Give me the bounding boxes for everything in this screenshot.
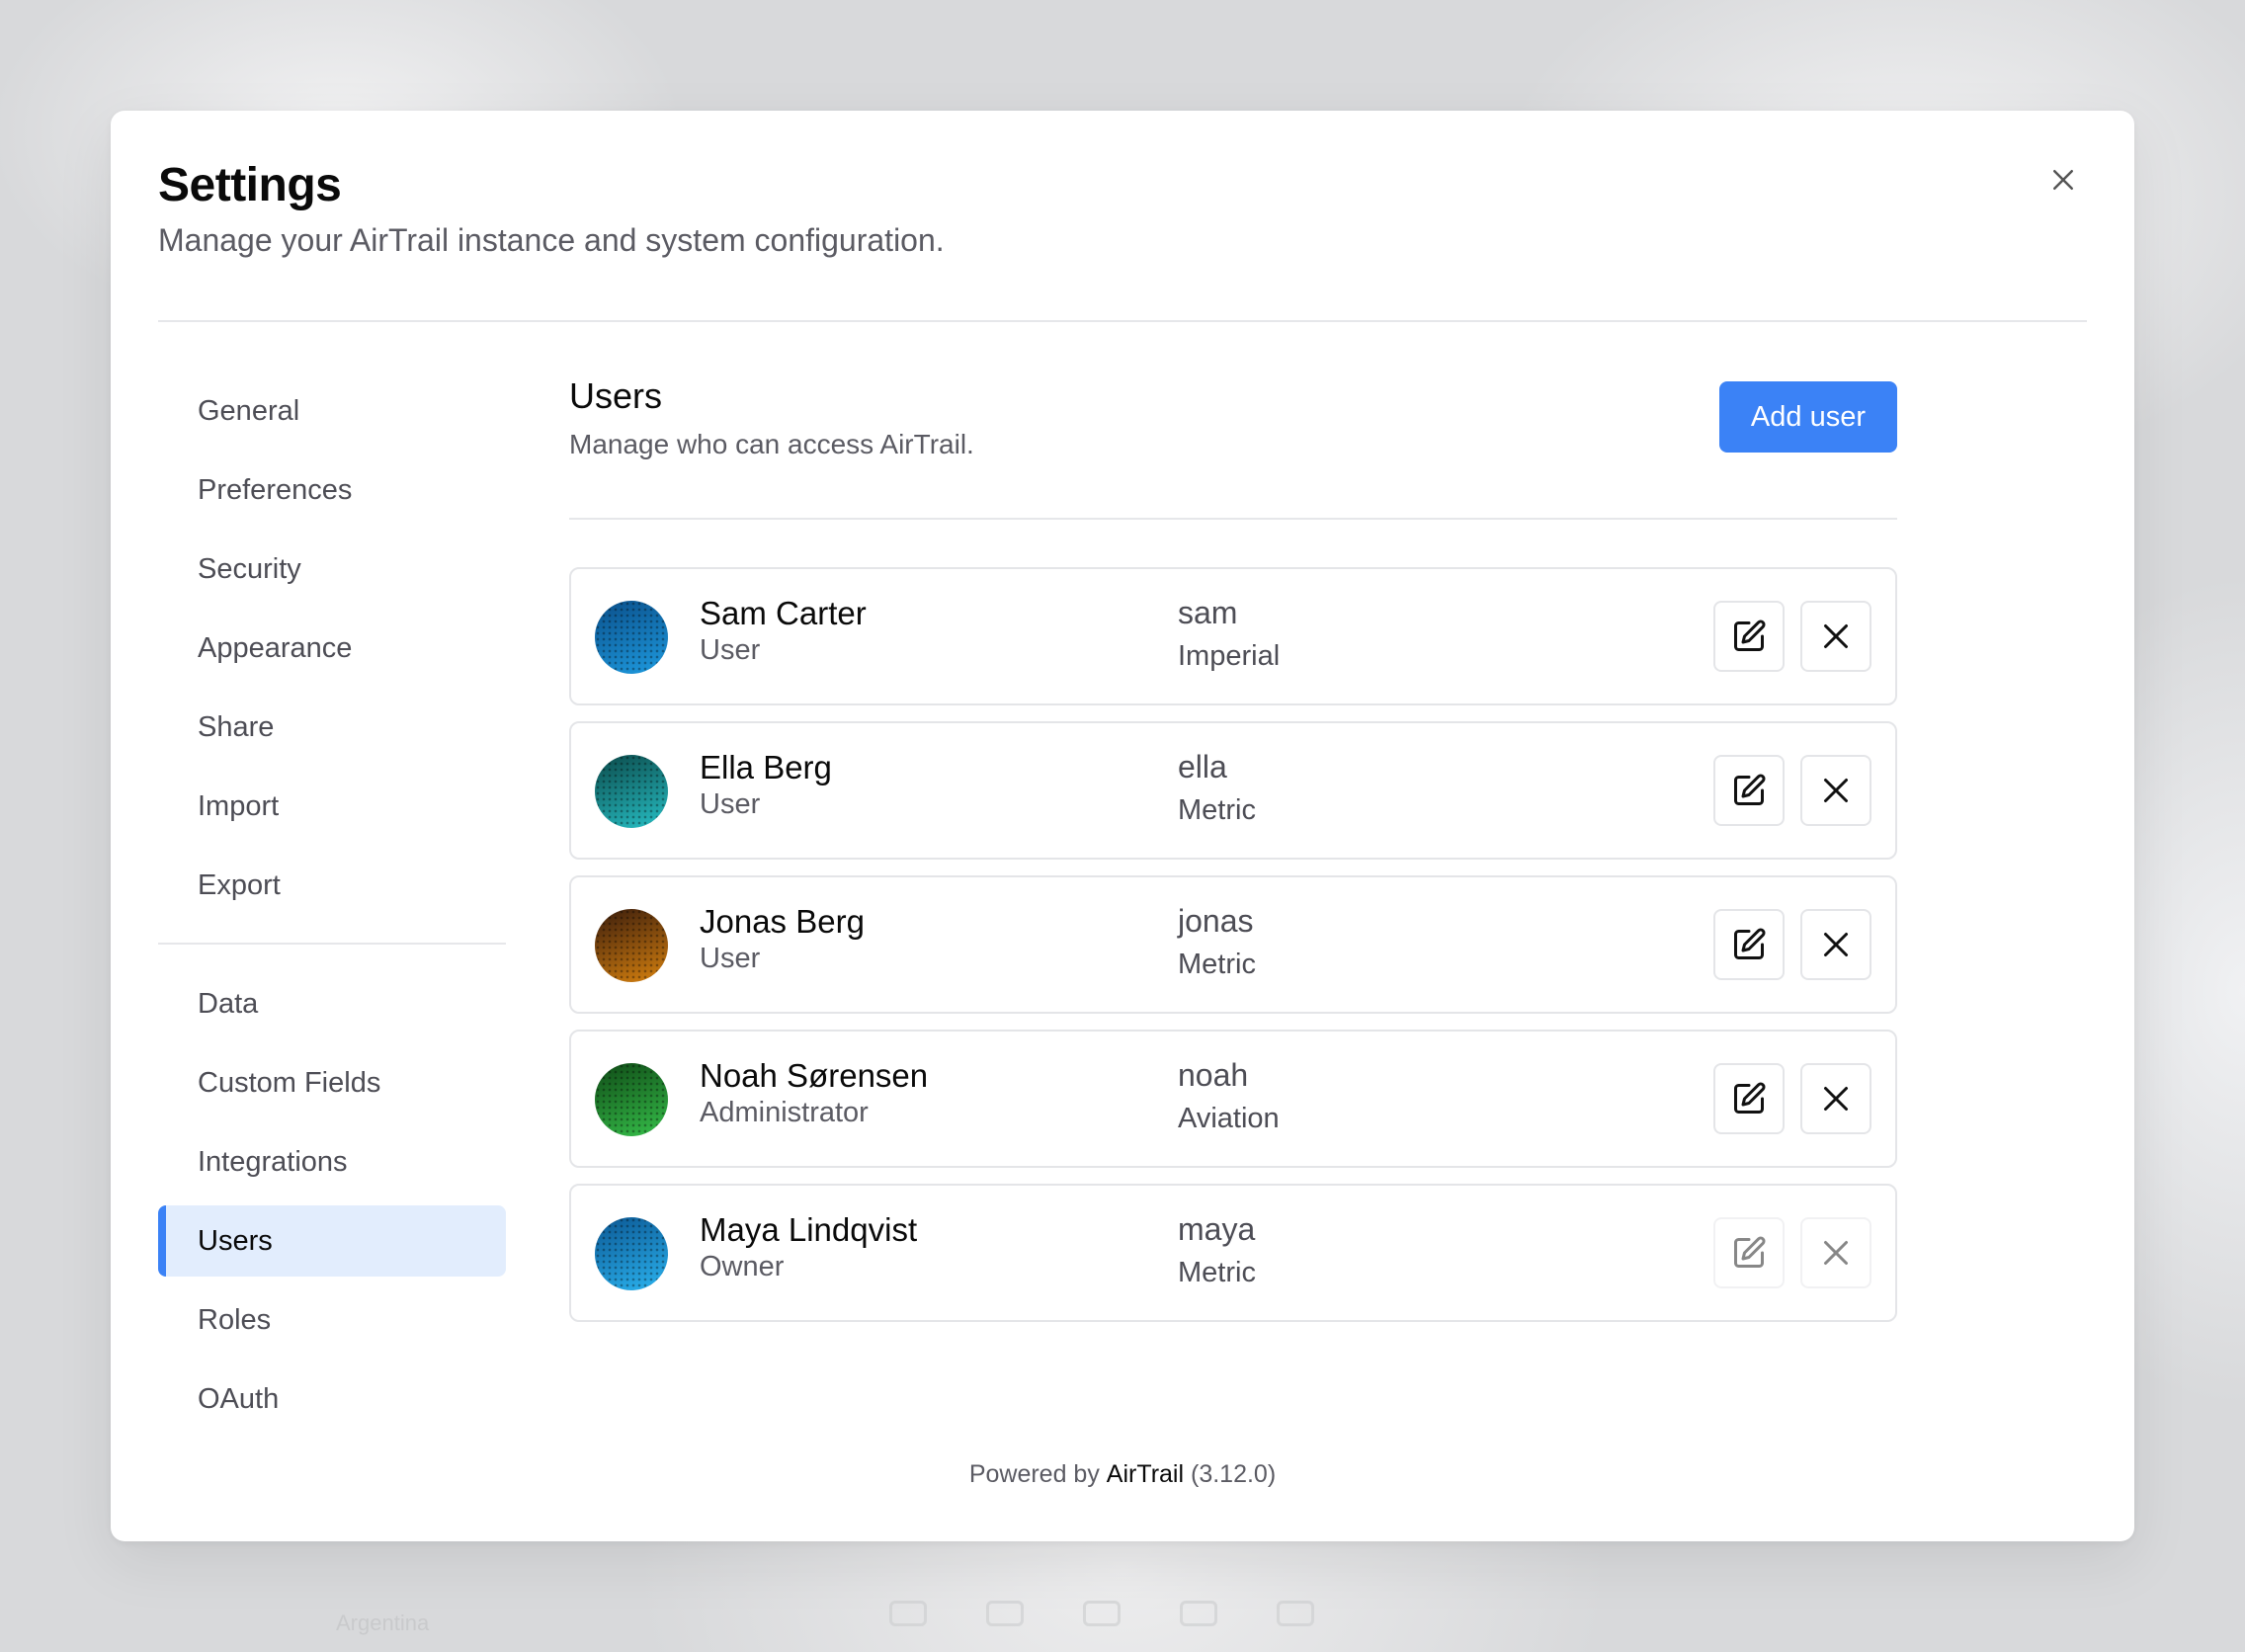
user-name: Ella Berg <box>700 749 832 785</box>
edit-user-button[interactable] <box>1713 755 1785 826</box>
delete-user-button[interactable] <box>1800 755 1871 826</box>
edit-icon <box>1734 1082 1766 1114</box>
settings-sidebar: General Preferences Security Appearance … <box>158 375 506 1443</box>
modal-header: Settings Manage your AirTrail instance a… <box>158 158 2087 259</box>
user-username: sam <box>1178 595 1238 630</box>
edit-icon <box>1734 620 1766 651</box>
footer-version: (3.12.0) <box>1191 1460 1277 1488</box>
edit-user-button[interactable] <box>1713 1063 1785 1134</box>
add-user-button[interactable]: Add user <box>1718 381 1897 453</box>
edit-user-button[interactable] <box>1713 1217 1785 1288</box>
footer: Powered by AirTrail (3.12.0) <box>111 1460 2134 1489</box>
modal-title: Settings <box>158 159 342 211</box>
sidebar-item-integrations[interactable]: Integrations <box>158 1126 506 1198</box>
user-unit-system: Metric <box>1178 794 1256 826</box>
sidebar-item-appearance[interactable]: Appearance <box>158 613 506 684</box>
user-role: User <box>700 943 761 974</box>
background-dock <box>889 1601 1314 1626</box>
user-list: Sam Carter User sam Imperial Ella Berg U… <box>569 567 1897 1322</box>
background-dock-icon <box>1180 1601 1217 1626</box>
user-unit-system: Imperial <box>1178 640 1281 672</box>
user-role: Administrator <box>700 1097 869 1128</box>
sidebar-item-users[interactable]: Users <box>158 1205 506 1277</box>
user-unit-system: Metric <box>1178 1257 1256 1288</box>
user-unit-system: Metric <box>1178 949 1256 980</box>
users-panel: Users Manage who can access AirTrail. Ad… <box>569 375 1897 1338</box>
user-row: Jonas Berg User jonas Metric <box>569 875 1897 1014</box>
modal-subtitle: Manage your AirTrail instance and system… <box>158 222 945 258</box>
user-name: Maya Lindqvist <box>700 1211 918 1248</box>
sidebar-item-data[interactable]: Data <box>158 968 506 1039</box>
user-row: Noah Sørensen Administrator noah Aviatio… <box>569 1030 1897 1168</box>
user-name: Noah Sørensen <box>700 1057 929 1094</box>
close-icon <box>1824 933 1848 956</box>
sidebar-item-import[interactable]: Import <box>158 771 506 842</box>
close-icon <box>1824 779 1848 802</box>
users-panel-header: Users Manage who can access AirTrail. Ad… <box>569 375 1897 504</box>
edit-user-button[interactable] <box>1713 601 1785 672</box>
sidebar-item-general[interactable]: General <box>158 375 506 447</box>
section-title: Users <box>569 375 663 416</box>
avatar <box>595 755 668 828</box>
user-row: Maya Lindqvist Owner maya Metric <box>569 1184 1897 1322</box>
user-name: Sam Carter <box>700 595 867 631</box>
user-role: User <box>700 634 761 666</box>
user-username: jonas <box>1178 903 1254 939</box>
background-dock-icon <box>1277 1601 1314 1626</box>
avatar <box>595 909 668 982</box>
user-role: Owner <box>700 1251 785 1282</box>
close-icon <box>2053 170 2073 190</box>
close-icon <box>1824 624 1848 648</box>
delete-user-button[interactable] <box>1800 909 1871 980</box>
user-username: noah <box>1178 1057 1249 1093</box>
sidebar-divider <box>158 943 506 945</box>
avatar <box>595 601 668 674</box>
sidebar-item-export[interactable]: Export <box>158 850 506 921</box>
edit-icon <box>1734 1236 1766 1268</box>
section-divider <box>569 518 1897 520</box>
edit-icon <box>1734 774 1766 805</box>
settings-modal: Settings Manage your AirTrail instance a… <box>111 111 2134 1541</box>
background-dock-icon <box>1083 1601 1121 1626</box>
user-role: User <box>700 788 761 820</box>
edit-icon <box>1734 928 1766 959</box>
close-icon <box>1824 1241 1848 1265</box>
user-row: Sam Carter User sam Imperial <box>569 567 1897 705</box>
sidebar-item-security[interactable]: Security <box>158 534 506 605</box>
close-icon <box>1824 1087 1848 1111</box>
sidebar-item-roles[interactable]: Roles <box>158 1284 506 1356</box>
user-name: Jonas Berg <box>700 903 865 940</box>
delete-user-button[interactable] <box>1800 1217 1871 1288</box>
background-map-label: Argentina <box>336 1611 430 1635</box>
edit-user-button[interactable] <box>1713 909 1785 980</box>
footer-brand-link[interactable]: AirTrail <box>1107 1460 1184 1488</box>
delete-user-button[interactable] <box>1800 601 1871 672</box>
sidebar-item-oauth[interactable]: OAuth <box>158 1363 506 1435</box>
background-dock-icon <box>986 1601 1024 1626</box>
section-subtitle: Manage who can access AirTrail. <box>569 429 974 459</box>
user-username: ella <box>1178 749 1227 785</box>
sidebar-item-preferences[interactable]: Preferences <box>158 454 506 526</box>
user-username: maya <box>1178 1211 1256 1247</box>
avatar <box>595 1063 668 1136</box>
header-divider <box>158 320 2087 322</box>
footer-prefix: Powered by <box>968 1460 1100 1488</box>
user-unit-system: Aviation <box>1178 1103 1280 1134</box>
sidebar-item-custom-fields[interactable]: Custom Fields <box>158 1047 506 1118</box>
close-button[interactable] <box>2043 160 2083 200</box>
delete-user-button[interactable] <box>1800 1063 1871 1134</box>
user-row: Ella Berg User ella Metric <box>569 721 1897 860</box>
sidebar-item-share[interactable]: Share <box>158 692 506 763</box>
background-dock-icon <box>889 1601 927 1626</box>
avatar <box>595 1217 668 1290</box>
